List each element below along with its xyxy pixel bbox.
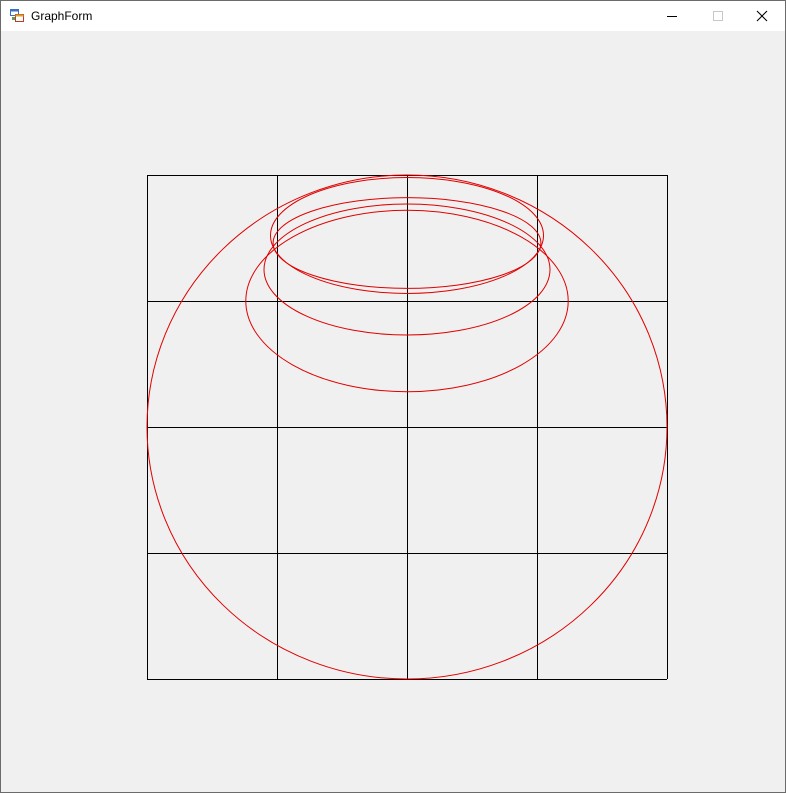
window-title: GraphForm [31, 9, 93, 23]
graph-canvas [146, 174, 668, 680]
minimize-button[interactable] [649, 1, 695, 31]
minimize-icon [667, 16, 677, 17]
close-button[interactable] [739, 1, 785, 31]
app-form-icon[interactable] [10, 9, 24, 23]
maximize-icon [713, 11, 723, 21]
client-area [1, 31, 785, 792]
maximize-button[interactable] [695, 1, 741, 31]
title-bar[interactable]: GraphForm [1, 1, 785, 31]
close-icon [756, 10, 768, 22]
graph-form-window: GraphForm [0, 0, 786, 793]
